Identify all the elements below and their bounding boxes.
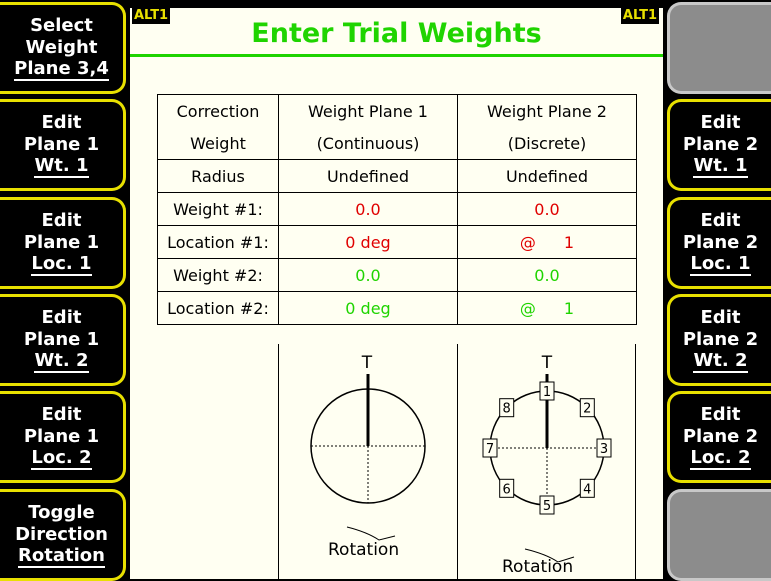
position-label-3: 3: [600, 442, 608, 457]
table-row: Weight (Continuous) (Discrete): [157, 127, 637, 160]
table-cell: (Discrete): [457, 127, 637, 160]
right-softkey-edit-plane-2-loc-2[interactable]: Edit Plane 2 Loc. 2: [667, 391, 771, 483]
top-marker-t: T: [361, 353, 373, 373]
softkey-label-line: Rotation: [18, 545, 105, 568]
plane2-weight1-value[interactable]: 0.0: [457, 192, 637, 226]
plane1-location1-value[interactable]: 0 deg: [278, 225, 458, 259]
page-title: Enter Trial Weights: [251, 18, 542, 49]
softkey-label-line: Wt. 1: [693, 155, 748, 178]
softkey-label-line: Plane 1: [23, 329, 100, 350]
softkey-label-line: Plane 3,4: [14, 58, 109, 81]
softkey-label-line: Loc. 2: [31, 447, 92, 470]
softkey-label-line: Plane 2: [682, 426, 759, 447]
softkey-label-line: Edit: [700, 210, 741, 231]
table-cell: Weight: [157, 127, 279, 160]
softkey-label-line: Direction: [15, 524, 108, 545]
table-row: Location #2: 0 deg @1: [157, 291, 637, 325]
table-cell: Weight Plane 2: [457, 94, 637, 127]
position-label-8: 8: [503, 402, 511, 417]
rotation-label-plane1: Rotation: [328, 540, 400, 560]
softkey-label-line: Wt. 1: [34, 155, 89, 178]
right-softkey-edit-plane-2-loc-1[interactable]: Edit Plane 2 Loc. 1: [667, 197, 771, 289]
right-softkey-blank[interactable]: [667, 489, 771, 581]
softkey-label-line: Edit: [700, 307, 741, 328]
title-underline: [130, 54, 663, 57]
plane1-weight1-value[interactable]: 0.0: [278, 192, 458, 226]
plane1-continuous-diagram: T: [310, 353, 426, 541]
position-label-5: 5: [543, 499, 551, 514]
softkey-label-line: Plane 2: [682, 134, 759, 155]
softkey-label-line: Plane 1: [23, 232, 100, 253]
left-softkey-edit-plane-1-loc-2[interactable]: Edit Plane 1 Loc. 2: [0, 391, 126, 483]
left-softkey-edit-plane-1-loc-1[interactable]: Edit Plane 1 Loc. 1: [0, 197, 126, 289]
left-softkey-select-weight-plane-3-4[interactable]: Select Weight Plane 3,4: [0, 2, 126, 94]
table-cell: Weight Plane 1: [278, 94, 458, 127]
position-label-7: 7: [486, 442, 494, 457]
trial-weights-table: Correction Weight Plane 1 Weight Plane 2…: [157, 94, 637, 325]
softkey-label-line: Edit: [41, 210, 82, 231]
location1-label: Location #1:: [157, 225, 279, 259]
right-softkey-blank[interactable]: [667, 2, 771, 94]
position-label-1: 1: [543, 385, 551, 400]
left-softkey-edit-plane-1-wt-1[interactable]: Edit Plane 1 Wt. 1: [0, 99, 126, 191]
softkey-label-line: Edit: [41, 404, 82, 425]
softkey-label-line: Toggle: [28, 502, 95, 523]
plane2-location1-value[interactable]: @1: [457, 225, 637, 259]
weight2-label: Weight #2:: [157, 258, 279, 292]
softkey-label-line: Loc. 1: [690, 253, 751, 276]
position-label-2: 2: [583, 402, 591, 417]
softkey-label-line: Edit: [41, 112, 82, 133]
plane2-discrete-diagram: T 1 2 3 4 5 6 7 8: [482, 353, 612, 562]
plane1-location2-value[interactable]: 0 deg: [278, 291, 458, 325]
softkey-label-line: Plane 2: [682, 232, 759, 253]
softkey-label-line: Plane 1: [23, 426, 100, 447]
softkey-label-line: Loc. 2: [690, 447, 751, 470]
table-cell: Radius: [157, 159, 279, 193]
softkey-label-line: Plane 1: [23, 134, 100, 155]
left-softkey-edit-plane-1-wt-2[interactable]: Edit Plane 1 Wt. 2: [0, 294, 126, 386]
softkey-label-line: Wt. 2: [693, 350, 748, 373]
softkey-label-line: Loc. 1: [31, 253, 92, 276]
softkey-label-line: Plane 2: [682, 329, 759, 350]
plane2-weight2-value[interactable]: 0.0: [457, 258, 637, 292]
plane2-location2-value[interactable]: @1: [457, 291, 637, 325]
position-label-4: 4: [583, 482, 591, 497]
position-number: 1: [563, 232, 575, 252]
softkey-label-line: Edit: [41, 307, 82, 328]
at-symbol: @: [519, 232, 536, 252]
table-cell: Correction: [157, 94, 279, 127]
table-row: Weight #1: 0.0 0.0: [157, 192, 637, 226]
left-softkey-toggle-direction-rotation[interactable]: Toggle Direction Rotation: [0, 489, 126, 581]
softkey-label-line: Wt. 2: [34, 350, 89, 373]
right-softkey-edit-plane-2-wt-2[interactable]: Edit Plane 2 Wt. 2: [667, 294, 771, 386]
at-symbol: @: [519, 298, 536, 318]
right-softkey-edit-plane-2-wt-1[interactable]: Edit Plane 2 Wt. 1: [667, 99, 771, 191]
softkey-label-line: Weight: [25, 37, 98, 58]
location2-label: Location #2:: [157, 291, 279, 325]
position-number: 1: [563, 298, 575, 318]
table-cell: Undefined: [278, 159, 458, 193]
plane1-weight2-value[interactable]: 0.0: [278, 258, 458, 292]
table-row: Correction Weight Plane 1 Weight Plane 2: [157, 94, 637, 127]
weight1-label: Weight #1:: [157, 192, 279, 226]
position-label-6: 6: [503, 482, 511, 497]
table-row: Weight #2: 0.0 0.0: [157, 258, 637, 292]
top-marker-t: T: [541, 353, 553, 373]
table-row: Radius Undefined Undefined: [157, 159, 637, 193]
softkey-label-line: Select: [30, 15, 93, 36]
main-panel: ALT1 ALT1 Enter Trial Weights Correction…: [130, 8, 663, 579]
rotation-arrow-icon: [346, 526, 396, 541]
rotation-label-plane2: Rotation: [502, 557, 574, 577]
table-cell: (Continuous): [278, 127, 458, 160]
table-cell: Undefined: [457, 159, 637, 193]
table-row: Location #1: 0 deg @1: [157, 225, 637, 259]
softkey-label-line: Edit: [700, 404, 741, 425]
softkey-label-line: Edit: [700, 112, 741, 133]
